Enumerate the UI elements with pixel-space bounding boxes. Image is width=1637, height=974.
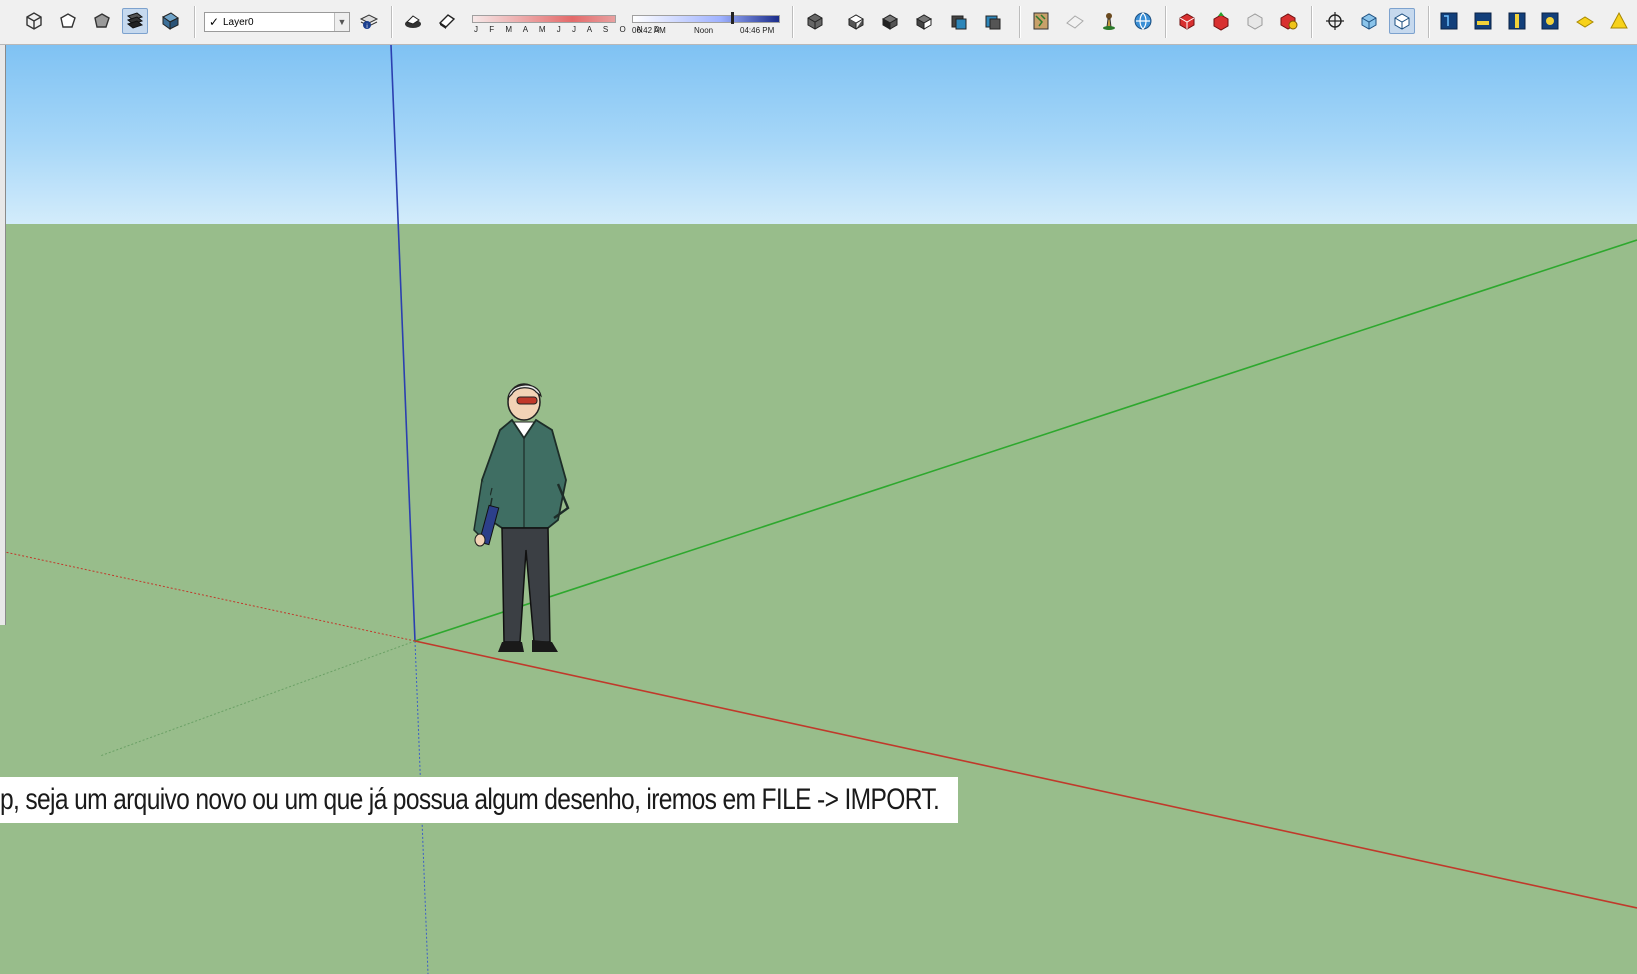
share-component-icon[interactable] xyxy=(1242,8,1268,34)
display-shadows-icon[interactable] xyxy=(400,8,426,34)
hidden-line-style-icon[interactable] xyxy=(89,8,115,34)
layer-manager-icon[interactable]: i xyxy=(356,8,382,34)
toggle-terrain-icon[interactable] xyxy=(1062,8,1088,34)
xray-style-icon[interactable] xyxy=(21,8,47,34)
left-view-icon[interactable] xyxy=(980,8,1006,34)
time-start-label: 06:42 AM xyxy=(632,26,666,35)
orbit-icon[interactable] xyxy=(1389,8,1415,34)
add-location-icon[interactable] xyxy=(1028,8,1054,34)
blue-axis-line xyxy=(390,45,416,642)
share-model-icon[interactable] xyxy=(1208,8,1234,34)
top-view-icon[interactable] xyxy=(843,8,869,34)
shadow-time-slider[interactable]: 06:42 AM Noon 04:46 PM xyxy=(630,10,780,36)
extension-warehouse-icon[interactable] xyxy=(1276,8,1302,34)
wireframe-style-icon[interactable] xyxy=(55,8,81,34)
display-fog-icon[interactable] xyxy=(434,8,460,34)
svg-text:i: i xyxy=(366,24,367,30)
display-section-planes-icon[interactable] xyxy=(1504,8,1530,34)
sun-icon[interactable] xyxy=(1606,8,1632,34)
iso-view-icon[interactable] xyxy=(802,8,828,34)
red-axis-hidden-line xyxy=(4,551,416,642)
layer-visible-check-icon: ✓ xyxy=(208,15,220,29)
month-slider-track[interactable] xyxy=(472,15,616,23)
scale-figure-person[interactable] xyxy=(462,380,594,680)
drawing-viewport[interactable]: p, seja um arquivo novo ou um que já pos… xyxy=(0,45,1637,974)
shadow-month-slider[interactable]: J F M A M J J A S O N D xyxy=(470,10,660,36)
walk-icon[interactable] xyxy=(1356,8,1382,34)
time-end-label: 04:46 PM xyxy=(740,26,775,35)
position-camera-icon[interactable] xyxy=(1322,8,1348,34)
display-section-cuts-icon[interactable] xyxy=(1470,8,1496,34)
get-models-icon[interactable] xyxy=(1130,8,1156,34)
back-view-icon[interactable] xyxy=(946,8,972,34)
place-model-icon[interactable] xyxy=(1096,8,1122,34)
front-view-icon[interactable] xyxy=(877,8,903,34)
drawing-axes xyxy=(4,45,1637,974)
shaded-with-textures-style-icon[interactable] xyxy=(157,8,183,34)
green-axis-line xyxy=(414,239,1637,642)
right-view-icon[interactable] xyxy=(911,8,937,34)
layer-dropdown-value: Layer0 xyxy=(223,16,254,28)
green-axis-hidden-line xyxy=(99,640,416,757)
time-slider-thumb[interactable] xyxy=(731,12,734,24)
red-axis-line xyxy=(414,640,1637,909)
ruby-console-icon[interactable] xyxy=(1537,8,1563,34)
time-slider-track[interactable] xyxy=(632,15,780,23)
warning-icon[interactable] xyxy=(1572,8,1598,34)
tutorial-caption: p, seja um arquivo novo ou um que já pos… xyxy=(0,777,958,823)
shaded-style-icon[interactable] xyxy=(122,8,148,34)
main-toolbar: ✓ Layer0 ▼ i J F M A M J J A S O N D 06:… xyxy=(0,0,1637,45)
caption-text: p, seja um arquivo novo ou um que já pos… xyxy=(0,783,940,816)
section-plane-icon[interactable] xyxy=(1436,8,1462,34)
chevron-down-icon[interactable]: ▼ xyxy=(334,13,349,31)
get-models-icon[interactable] xyxy=(1174,8,1200,34)
time-noon-label: Noon xyxy=(694,26,714,35)
layer-dropdown[interactable]: ✓ Layer0 ▼ xyxy=(204,12,350,32)
